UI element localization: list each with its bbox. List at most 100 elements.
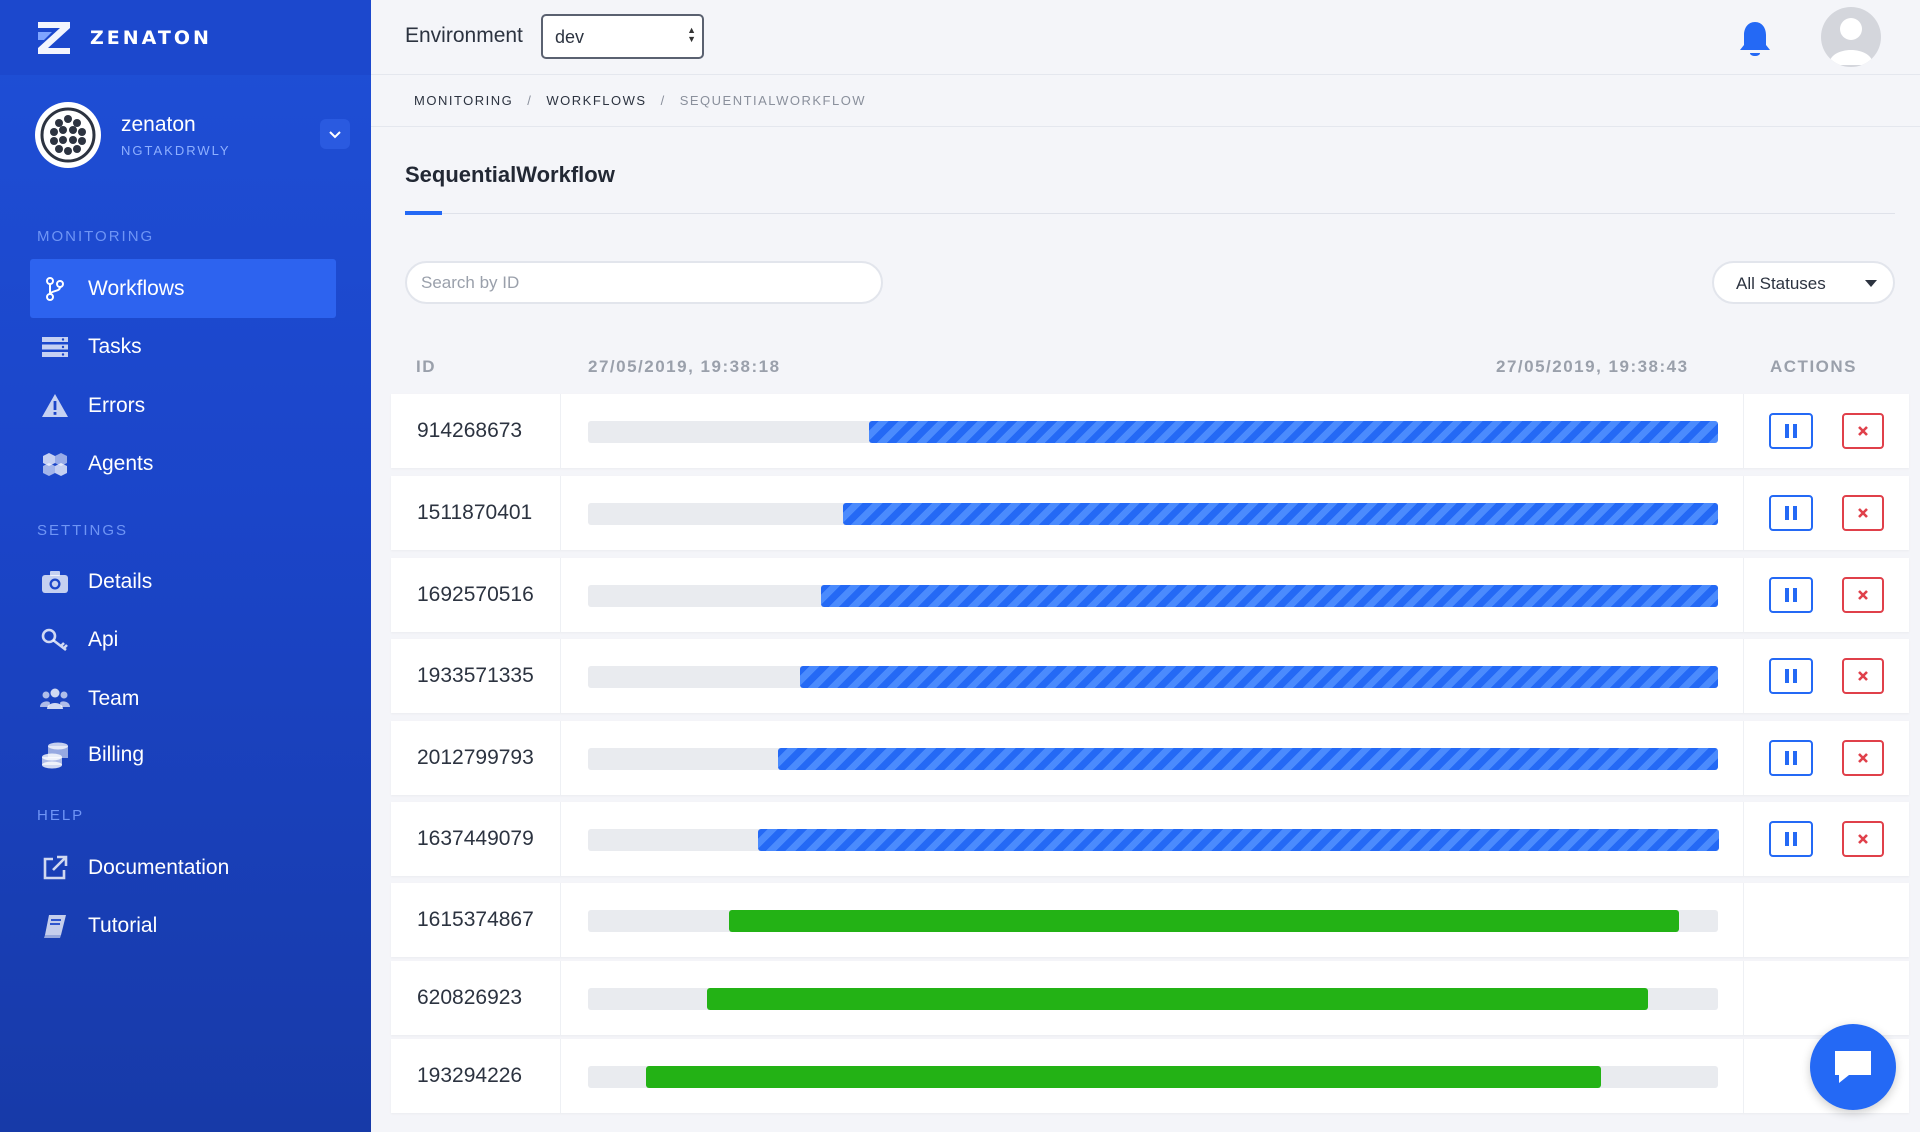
breadcrumb-monitoring[interactable]: MONITORING xyxy=(414,93,513,108)
page-title: SequentialWorkflow xyxy=(405,162,615,187)
kill-button[interactable] xyxy=(1842,740,1884,776)
brand[interactable]: ZENATON xyxy=(0,0,371,75)
table-row[interactable]: 193294226 xyxy=(391,1039,1909,1113)
column-header-id: ID xyxy=(416,357,436,376)
sidebar-item-details[interactable]: Details xyxy=(30,552,336,611)
running-duration-bar xyxy=(778,748,1718,770)
timeline-end-time: 27/05/2019, 19:38:43 xyxy=(1496,357,1689,376)
warning-icon xyxy=(40,391,70,421)
completed-duration-bar xyxy=(707,988,1648,1010)
pause-button[interactable] xyxy=(1769,740,1813,776)
running-duration-bar xyxy=(800,666,1718,688)
actions-cell xyxy=(1743,883,1909,957)
close-icon xyxy=(1858,671,1868,681)
select-arrows-icon: ▲ ▼ xyxy=(687,25,696,44)
workflow-id: 914268673 xyxy=(391,394,561,468)
table-row[interactable]: 1692570516 xyxy=(391,558,1909,632)
sidebar-item-label: Tutorial xyxy=(88,913,158,937)
workflow-id: 1692570516 xyxy=(391,558,561,632)
search-input[interactable] xyxy=(405,261,883,304)
timeline-track xyxy=(588,910,1718,932)
key-icon xyxy=(40,625,70,655)
sidebar-item-label: Details xyxy=(88,569,153,593)
actions-cell xyxy=(1743,476,1909,550)
title-underline xyxy=(405,211,442,215)
column-header-actions: ACTIONS xyxy=(1770,357,1857,376)
cubes-icon xyxy=(40,449,70,479)
workflow-id: 193294226 xyxy=(391,1039,561,1113)
environment-value: dev xyxy=(555,27,585,47)
workflow-id: 1933571335 xyxy=(391,639,561,713)
actions-cell xyxy=(1743,639,1909,713)
timeline-track xyxy=(588,748,1718,770)
kill-button[interactable] xyxy=(1842,821,1884,857)
user-avatar[interactable] xyxy=(1821,7,1881,67)
table-row[interactable]: 1933571335 xyxy=(391,639,1909,713)
close-icon xyxy=(1858,753,1868,763)
section-title-monitoring: MONITORING xyxy=(37,228,155,245)
title-divider xyxy=(405,213,1895,214)
actions-cell xyxy=(1743,558,1909,632)
workflow-id: 1637449079 xyxy=(391,802,561,876)
users-icon xyxy=(40,684,70,714)
timeline-track xyxy=(588,666,1718,688)
environment-select[interactable]: dev ▲ ▼ xyxy=(541,14,704,59)
kill-button[interactable] xyxy=(1842,577,1884,613)
actions-cell xyxy=(1743,721,1909,795)
account-name: zenaton xyxy=(121,112,196,136)
completed-duration-bar xyxy=(646,1066,1601,1088)
sidebar-item-api[interactable]: Api xyxy=(30,610,336,669)
timeline-track xyxy=(588,421,1718,443)
book-icon xyxy=(40,911,70,941)
coins-icon xyxy=(40,740,70,770)
pause-button[interactable] xyxy=(1769,658,1813,694)
pause-button[interactable] xyxy=(1769,577,1813,613)
account-logo-icon xyxy=(40,107,96,163)
account-dropdown-button[interactable] xyxy=(320,119,350,149)
workflow-id: 2012799793 xyxy=(391,721,561,795)
sidebar-item-billing[interactable]: Billing xyxy=(30,725,336,784)
sidebar-item-label: Agents xyxy=(88,451,154,475)
pause-icon xyxy=(1785,751,1797,765)
breadcrumb-current: SEQUENTIALWORKFLOW xyxy=(679,93,867,108)
running-duration-bar xyxy=(843,503,1718,525)
timeline-start-time: 27/05/2019, 19:38:18 xyxy=(588,357,781,376)
status-filter-value: All Statuses xyxy=(1736,274,1826,293)
sidebar-item-documentation[interactable]: Documentation xyxy=(30,838,336,897)
pause-button[interactable] xyxy=(1769,821,1813,857)
table-row[interactable]: 1637449079 xyxy=(391,802,1909,876)
sidebar-item-errors[interactable]: Errors xyxy=(30,376,336,435)
sidebar-item-workflows[interactable]: Workflows xyxy=(30,259,336,318)
status-filter-select[interactable]: All Statuses xyxy=(1712,261,1895,304)
caret-down-icon xyxy=(1865,280,1877,287)
chat-button[interactable] xyxy=(1810,1024,1896,1110)
pause-button[interactable] xyxy=(1769,413,1813,449)
table-row[interactable]: 620826923 xyxy=(391,961,1909,1035)
table-row[interactable]: 914268673 xyxy=(391,394,1909,468)
kill-button[interactable] xyxy=(1842,495,1884,531)
breadcrumb: MONITORING / WORKFLOWS / SEQUENTIALWORKF… xyxy=(414,93,866,108)
pause-icon xyxy=(1785,506,1797,520)
breadcrumb-separator: / xyxy=(527,93,533,108)
sidebar-item-team[interactable]: Team xyxy=(30,669,336,728)
close-icon xyxy=(1858,426,1868,436)
pause-icon xyxy=(1785,588,1797,602)
breadcrumb-workflows[interactable]: WORKFLOWS xyxy=(546,93,646,108)
sidebar: ZENATON zenaton NGTAKDRWLY MONITORING Wo… xyxy=(0,0,371,1132)
kill-button[interactable] xyxy=(1842,413,1884,449)
account-switcher: zenaton NGTAKDRWLY xyxy=(0,75,371,195)
sidebar-item-tutorial[interactable]: Tutorial xyxy=(30,896,336,955)
close-icon xyxy=(1858,834,1868,844)
pause-button[interactable] xyxy=(1769,495,1813,531)
bell-icon[interactable] xyxy=(1737,19,1773,59)
kill-button[interactable] xyxy=(1842,658,1884,694)
pause-icon xyxy=(1785,669,1797,683)
table-row[interactable]: 2012799793 xyxy=(391,721,1909,795)
sidebar-item-tasks[interactable]: Tasks xyxy=(30,317,336,376)
table-row[interactable]: 1511870401 xyxy=(391,476,1909,550)
actions-cell xyxy=(1743,394,1909,468)
sidebar-item-agents[interactable]: Agents xyxy=(30,434,336,493)
table-row[interactable]: 1615374867 xyxy=(391,883,1909,957)
header-divider xyxy=(371,126,1920,127)
sidebar-item-label: Team xyxy=(88,686,140,710)
